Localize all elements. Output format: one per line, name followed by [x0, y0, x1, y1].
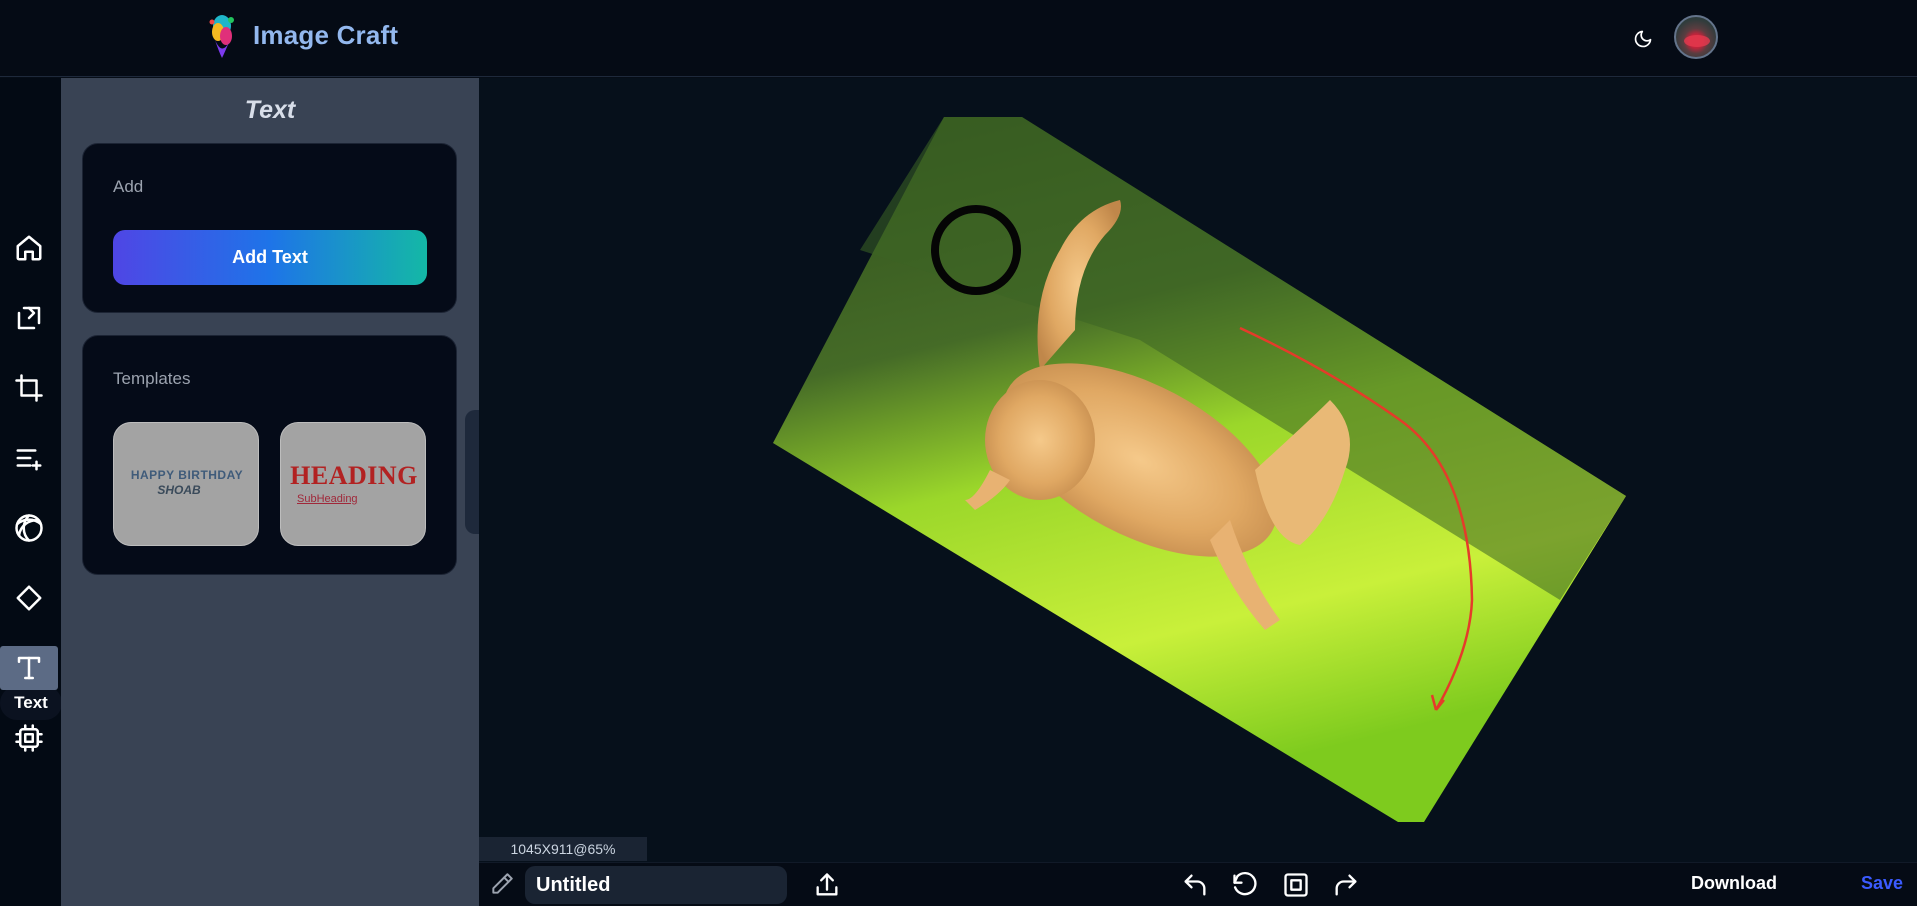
aperture-icon	[15, 514, 43, 542]
fit-screen-icon	[1284, 873, 1308, 897]
template-line: SHOAB	[157, 483, 201, 497]
rail-item-adjust[interactable]	[0, 436, 58, 480]
add-card: Add Add Text	[82, 143, 457, 313]
redo-icon	[1335, 874, 1357, 896]
diamond-icon	[16, 585, 42, 611]
rotate-ccw-icon	[1233, 871, 1257, 896]
rotate-icon	[17, 306, 41, 330]
brand[interactable]: Image Craft	[205, 12, 398, 58]
rail-item-home[interactable]	[0, 226, 58, 270]
panel-title: Text	[244, 96, 296, 124]
template-heading[interactable]: HEADING SubHeading	[280, 422, 426, 546]
add-text-button[interactable]: Add Text	[113, 230, 427, 285]
upload-icon	[816, 873, 838, 896]
rail-item-crop[interactable]	[0, 366, 58, 410]
fit-button[interactable]	[1280, 869, 1312, 901]
chip-icon	[15, 724, 43, 752]
rail-item-shapes[interactable]	[0, 576, 58, 620]
text-panel: Text Add Add Text Templates HAPPY BIRTHD…	[61, 78, 479, 906]
undo-icon	[1184, 874, 1206, 896]
undo-button[interactable]	[1179, 869, 1211, 901]
template-line: HAPPY BIRTHDAY	[130, 468, 244, 482]
redo-button[interactable]	[1330, 869, 1362, 901]
paint-splash-logo-icon	[209, 15, 234, 58]
templates-card: Templates HAPPY BIRTHDAY SHOAB HEADING S…	[82, 335, 457, 575]
avatar[interactable]	[1674, 15, 1718, 59]
tool-rail: Text	[0, 78, 62, 906]
template-birthday[interactable]: HAPPY BIRTHDAY SHOAB	[113, 422, 259, 546]
rail-item-text[interactable]	[0, 646, 58, 690]
rail-item-filters[interactable]	[0, 506, 58, 550]
template-line: HEADING	[290, 461, 418, 490]
crop-icon	[15, 374, 43, 402]
add-section-label: Add	[113, 177, 144, 196]
reset-button[interactable]	[1229, 869, 1261, 901]
project-title-input[interactable]	[525, 866, 787, 904]
download-button[interactable]: Download	[1691, 873, 1777, 894]
text-icon	[17, 656, 41, 680]
rail-item-rotate[interactable]	[0, 296, 58, 340]
app-name: Image Craft	[253, 19, 399, 50]
moon-icon	[1634, 30, 1652, 48]
list-plus-icon	[16, 449, 42, 471]
pencil-icon	[492, 873, 513, 894]
save-button[interactable]: Save	[1861, 873, 1903, 894]
theme-toggle-button[interactable]	[1628, 24, 1658, 54]
templates-section-label: Templates	[113, 369, 191, 388]
edited-image[interactable]	[479, 78, 1917, 862]
home-icon	[16, 235, 42, 261]
export-button[interactable]	[811, 869, 843, 901]
template-line: SubHeading	[297, 493, 358, 505]
editor-canvas[interactable]	[479, 78, 1917, 862]
rail-item-ai[interactable]	[0, 716, 58, 760]
bottom-bar: Download Save	[479, 862, 1917, 906]
top-header: Image Craft	[0, 0, 1917, 77]
canvas-status: 1045X911@65%	[479, 837, 647, 861]
rail-tooltip: Text	[0, 686, 62, 720]
